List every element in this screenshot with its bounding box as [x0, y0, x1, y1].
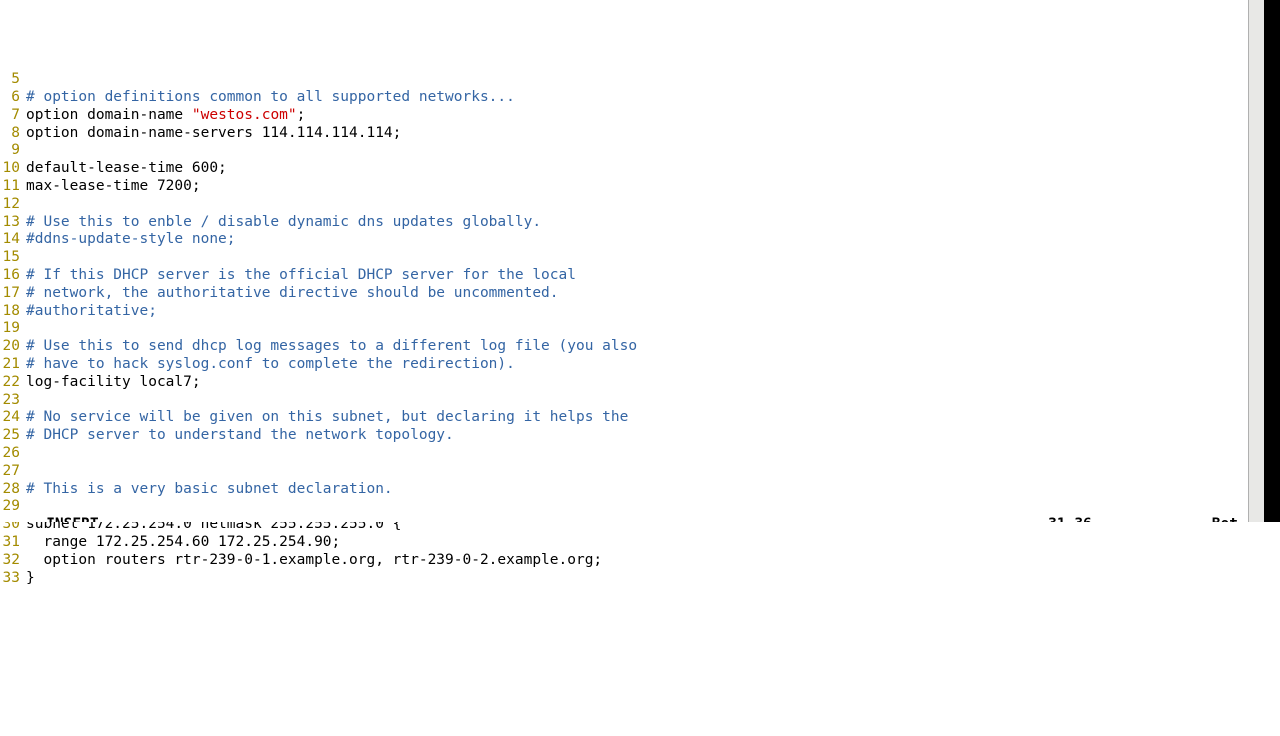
code-content[interactable]: log-facility local7;	[24, 374, 201, 392]
code-line[interactable]: 23	[0, 392, 1248, 410]
line-number: 25	[0, 427, 24, 445]
line-number: 28	[0, 481, 24, 499]
code-content[interactable]: max-lease-time 7200;	[24, 178, 201, 196]
code-content[interactable]: option domain-name "westos.com";	[24, 107, 305, 125]
line-number: 5	[0, 71, 24, 89]
code-content[interactable]: default-lease-time 600;	[24, 160, 227, 178]
code-content[interactable]: # No service will be given on this subne…	[24, 409, 628, 427]
line-number: 33	[0, 570, 24, 588]
code-content[interactable]: # Use this to enble / disable dynamic dn…	[24, 214, 541, 232]
code-content[interactable]: # Use this to send dhcp log messages to …	[24, 338, 637, 356]
code-content[interactable]: # have to hack syslog.conf to complete t…	[24, 356, 515, 374]
code-content[interactable]: #ddns-update-style none;	[24, 231, 236, 249]
code-content[interactable]: # This is a very basic subnet declaratio…	[24, 481, 393, 499]
line-number: 10	[0, 160, 24, 178]
line-number: 13	[0, 214, 24, 232]
line-number: 32	[0, 552, 24, 570]
code-line[interactable]: 13# Use this to enble / disable dynamic …	[0, 214, 1248, 232]
line-number: 22	[0, 374, 24, 392]
line-number: 8	[0, 125, 24, 143]
code-content[interactable]: }	[24, 570, 35, 588]
code-line[interactable]: 6# option definitions common to all supp…	[0, 89, 1248, 107]
code-content[interactable]: option domain-name-servers 114.114.114.1…	[24, 125, 401, 143]
code-content[interactable]: # If this DHCP server is the official DH…	[24, 267, 576, 285]
code-line[interactable]: 32 option routers rtr-239-0-1.example.or…	[0, 552, 1248, 570]
code-line[interactable]: 17# network, the authoritative directive…	[0, 285, 1248, 303]
code-line[interactable]: 24# No service will be given on this sub…	[0, 409, 1248, 427]
line-number: 18	[0, 303, 24, 321]
line-number: 31	[0, 534, 24, 552]
code-line[interactable]: 18#authoritative;	[0, 303, 1248, 321]
code-line[interactable]: 12	[0, 196, 1248, 214]
code-line[interactable]: 14#ddns-update-style none;	[0, 231, 1248, 249]
code-content[interactable]: # network, the authoritative directive s…	[24, 285, 559, 303]
code-line[interactable]: 29	[0, 498, 1248, 516]
line-number: 20	[0, 338, 24, 356]
code-content[interactable]: #authoritative;	[24, 303, 157, 321]
code-content[interactable]: option routers rtr-239-0-1.example.org, …	[24, 552, 602, 570]
code-line[interactable]: 9	[0, 142, 1248, 160]
line-number: 26	[0, 445, 24, 463]
right-border	[1264, 0, 1280, 522]
code-content[interactable]: # DHCP server to understand the network …	[24, 427, 454, 445]
line-number: 23	[0, 392, 24, 410]
line-number: 29	[0, 498, 24, 516]
line-number: 11	[0, 178, 24, 196]
code-line[interactable]: 19	[0, 320, 1248, 338]
vim-mode: -- INSERT --	[20, 516, 1048, 522]
code-line[interactable]: 15	[0, 249, 1248, 267]
code-line[interactable]: 22log-facility local7;	[0, 374, 1248, 392]
code-line[interactable]: 26	[0, 445, 1248, 463]
line-number: 9	[0, 142, 24, 160]
scrollbar-track[interactable]	[1248, 0, 1264, 522]
code-line[interactable]: 5	[0, 71, 1248, 89]
line-number: 16	[0, 267, 24, 285]
code-line[interactable]: 16# If this DHCP server is the official …	[0, 267, 1248, 285]
code-line[interactable]: 31 range 172.25.254.60 172.25.254.90;	[0, 534, 1248, 552]
code-line[interactable]: 11max-lease-time 7200;	[0, 178, 1248, 196]
code-line[interactable]: 20# Use this to send dhcp log messages t…	[0, 338, 1248, 356]
line-number: 12	[0, 196, 24, 214]
code-line[interactable]: 27	[0, 463, 1248, 481]
scroll-indicator: Bot	[1212, 516, 1238, 522]
code-content[interactable]: # option definitions common to all suppo…	[24, 89, 515, 107]
code-content[interactable]: range 172.25.254.60 172.25.254.90;	[24, 534, 340, 552]
line-number: 7	[0, 107, 24, 125]
line-number: 19	[0, 320, 24, 338]
code-line[interactable]: 7option domain-name "westos.com";	[0, 107, 1248, 125]
code-line[interactable]: 28# This is a very basic subnet declarat…	[0, 481, 1248, 499]
line-number: 21	[0, 356, 24, 374]
line-number: 6	[0, 89, 24, 107]
code-line[interactable]: 25# DHCP server to understand the networ…	[0, 427, 1248, 445]
code-line[interactable]: 33}	[0, 570, 1248, 588]
line-number: 15	[0, 249, 24, 267]
line-number: 24	[0, 409, 24, 427]
line-number: 27	[0, 463, 24, 481]
line-number: 14	[0, 231, 24, 249]
cursor-position: 31,36	[1048, 516, 1092, 522]
vim-status-bar: -- INSERT -- 31,36 Bot	[0, 516, 1248, 522]
code-line[interactable]: 8option domain-name-servers 114.114.114.…	[0, 125, 1248, 143]
editor-viewport[interactable]: 56# option definitions common to all sup…	[0, 71, 1248, 593]
code-line[interactable]: 21# have to hack syslog.conf to complete…	[0, 356, 1248, 374]
code-line[interactable]: 10default-lease-time 600;	[0, 160, 1248, 178]
line-number: 17	[0, 285, 24, 303]
